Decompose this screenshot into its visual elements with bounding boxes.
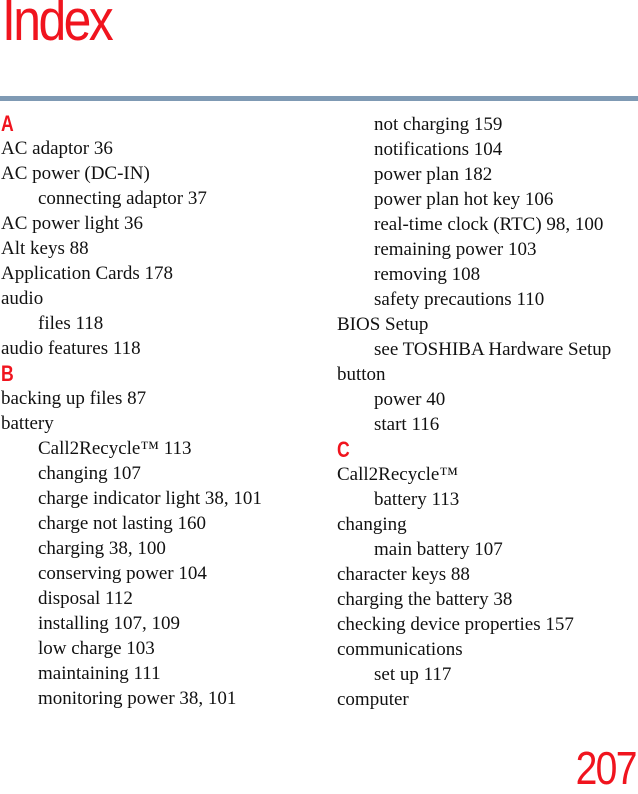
index-entry: audio features 118 [1, 338, 141, 359]
section-letter-b: B [1, 361, 14, 386]
index-entry: Call2Recycle™ [337, 464, 458, 485]
index-subentry: charging 38, 100 [38, 538, 166, 559]
index-subentry: main battery 107 [374, 539, 503, 560]
index-subentry: connecting adaptor 37 [38, 188, 207, 209]
index-entry: Application Cards 178 [1, 263, 174, 284]
index-entry: backing up files 87 [1, 388, 147, 409]
index-column-right: not charging 159 notifications 104 power p… [337, 112, 637, 712]
index-entry: changing [337, 514, 407, 535]
index-subentry: real-time clock (RTC) 98, 100 [374, 214, 604, 235]
page-number: 207 [575, 742, 638, 794]
index-entry: charging the battery 38 [337, 589, 513, 610]
index-entry: BIOS Setup [337, 314, 429, 335]
index-entry: button [337, 364, 386, 385]
index-subentry: remaining power 103 [374, 239, 537, 260]
index-column-left: A AC adaptor 36 AC power (DC-IN) connecting… [1, 111, 321, 711]
index-subentry: see TOSHIBA Hardware Setup [374, 339, 612, 360]
index-entry: checking device properties 157 [337, 614, 574, 635]
index-subentry: power 40 [374, 389, 446, 410]
index-subentry: power plan hot key 106 [374, 189, 554, 210]
index-subentry: installing 107, 109 [38, 613, 180, 634]
header-rule [0, 96, 638, 101]
index-subentry: removing 108 [374, 264, 481, 285]
index-subentry: power plan 182 [374, 164, 493, 185]
index-entry: AC power light 36 [1, 213, 143, 234]
index-entry: Alt keys 88 [1, 238, 89, 259]
index-subentry: disposal 112 [38, 588, 133, 609]
index-subentry: changing 107 [38, 463, 141, 484]
index-entry: AC adaptor 36 [1, 138, 113, 159]
page-title: Index [2, 0, 114, 53]
index-subentry: files 118 [38, 313, 104, 334]
index-subentry: Call2Recycle™ 113 [38, 438, 192, 459]
index-subentry: low charge 103 [38, 638, 155, 659]
index-subentry: notifications 104 [374, 139, 503, 160]
index-entry: audio [1, 288, 44, 309]
index-entry: battery [1, 413, 54, 434]
section-letter-a: A [1, 111, 14, 136]
index-subentry: battery 113 [374, 489, 460, 510]
index-subentry: conserving power 104 [38, 563, 207, 584]
section-letter-c: C [337, 437, 350, 462]
index-entry: AC power (DC-IN) [1, 163, 150, 184]
index-subentry: start 116 [374, 414, 440, 435]
index-subentry: set up 117 [374, 664, 452, 685]
index-subentry: charge indicator light 38, 101 [38, 488, 262, 509]
index-entry: communications [337, 639, 463, 660]
index-entry: character keys 88 [337, 564, 470, 585]
index-subentry: charge not lasting 160 [38, 513, 206, 534]
index-subentry: not charging 159 [374, 114, 503, 135]
index-subentry: maintaining 111 [38, 663, 161, 684]
index-subentry: safety precautions 110 [374, 289, 545, 310]
index-entry: computer [337, 689, 409, 710]
index-subentry: monitoring power 38, 101 [38, 688, 237, 709]
